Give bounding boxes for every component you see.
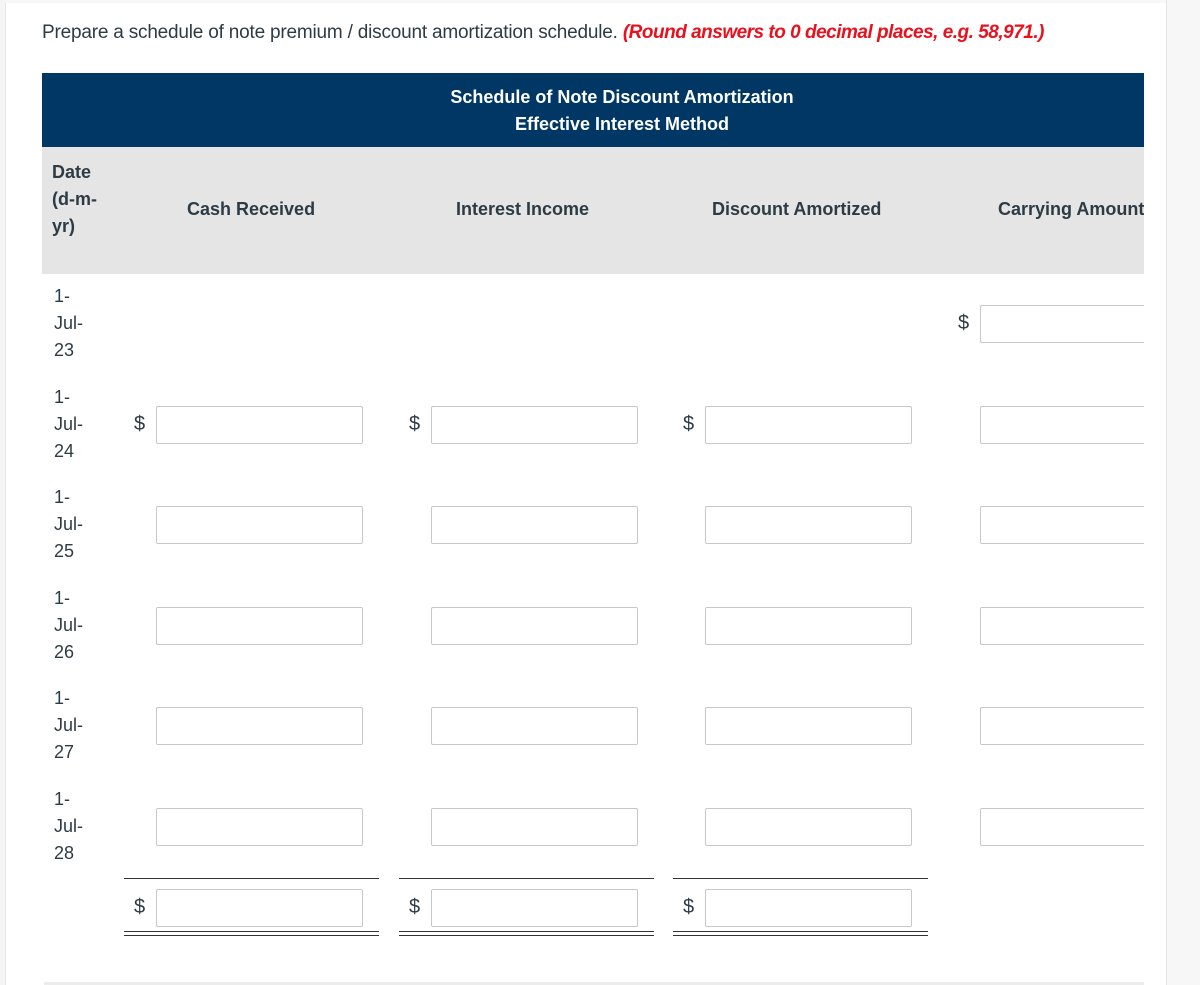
date-label: 1- Jul- 24 [54, 387, 84, 461]
subtotal-rule [124, 878, 379, 879]
date-label: 1- Jul- 26 [54, 588, 84, 662]
interest-income-input[interactable] [431, 607, 638, 645]
subtotal-rule [399, 878, 654, 879]
discount-amortized-input[interactable] [705, 406, 912, 444]
total-double-rule [673, 931, 928, 936]
cash-received-input[interactable] [156, 607, 363, 645]
carrying-amount-input[interactable] [980, 808, 1144, 846]
column-header-row: Date (d-m-yr) Cash Received Interest Inc… [42, 147, 1144, 274]
currency-symbol: $ [958, 312, 970, 334]
total-discount-amortized-input[interactable] [705, 889, 912, 927]
header-discount-amortized: Discount Amortized [712, 199, 882, 219]
cash-received-input[interactable] [156, 707, 363, 745]
interest-income-input[interactable] [431, 506, 638, 544]
vertical-scrollbar[interactable] [1166, 0, 1200, 985]
total-double-rule [399, 931, 654, 936]
carrying-amount-input[interactable] [980, 607, 1144, 645]
carrying-amount-input[interactable] [980, 506, 1144, 544]
discount-amortized-input[interactable] [705, 506, 912, 544]
table-title-banner: Schedule of Note Discount Amortization E… [42, 73, 1144, 147]
currency-symbol: $ [683, 413, 695, 435]
interest-income-input[interactable] [431, 808, 638, 846]
rounding-hint: (Round answers to 0 decimal places, e.g.… [622, 22, 1045, 43]
total-double-rule [124, 931, 379, 936]
header-carrying-amount: Carrying Amount [998, 199, 1144, 219]
interest-income-input[interactable] [431, 406, 638, 444]
discount-amortized-input[interactable] [705, 808, 912, 846]
discount-amortized-input[interactable] [705, 607, 912, 645]
currency-symbol: $ [134, 413, 146, 435]
header-cash-received: Cash Received [187, 199, 316, 219]
subtotal-rule [673, 878, 928, 879]
currency-symbol: $ [683, 896, 695, 918]
amortization-table: Schedule of Note Discount Amortization E… [42, 73, 1144, 973]
top-strip [5, 0, 1166, 3]
cash-received-input[interactable] [156, 406, 363, 444]
discount-amortized-input[interactable] [705, 707, 912, 745]
table-title: Schedule of Note Discount Amortization [450, 87, 794, 107]
left-panel-edge [0, 0, 6, 985]
currency-symbol: $ [409, 413, 421, 435]
total-cash-received-input[interactable] [156, 889, 363, 927]
question-prompt: Prepare a schedule of note premium / dis… [42, 22, 1044, 44]
header-interest-income: Interest Income [456, 199, 590, 219]
total-interest-income-input[interactable] [431, 889, 638, 927]
date-label: 1- Jul- 23 [54, 286, 84, 360]
cash-received-input[interactable] [156, 808, 363, 846]
currency-symbol: $ [134, 896, 146, 918]
carrying-amount-input[interactable] [980, 707, 1144, 745]
date-label: 1- Jul- 27 [54, 688, 84, 762]
carrying-amount-input[interactable] [980, 406, 1144, 444]
date-label: 1- Jul- 28 [54, 789, 84, 863]
date-label: 1- Jul- 25 [54, 487, 84, 561]
interest-income-input[interactable] [431, 707, 638, 745]
carrying-amount-input[interactable] [980, 305, 1144, 343]
table-subtitle: Effective Interest Method [514, 114, 730, 134]
prompt-instruction: Prepare a schedule of note premium / dis… [42, 22, 618, 43]
header-date: Date (d-m-yr) [52, 162, 97, 236]
cash-received-input[interactable] [156, 506, 363, 544]
currency-symbol: $ [409, 896, 421, 918]
